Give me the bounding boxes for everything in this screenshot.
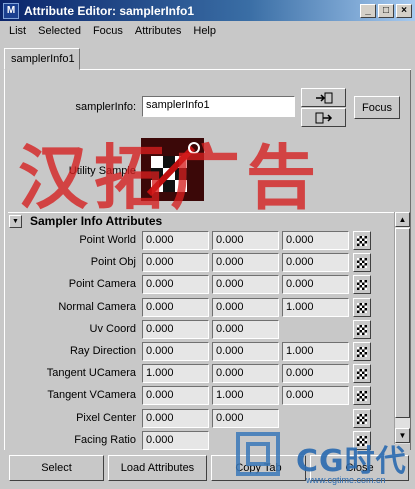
attr-value-field[interactable]: 0.000 [142, 342, 209, 361]
attr-value-field[interactable]: 0.000 [212, 275, 279, 294]
attr-value-field[interactable]: 0.000 [212, 364, 279, 383]
attr-value-field[interactable]: 0.000 [282, 364, 349, 383]
attr-value-field[interactable]: 0.000 [282, 253, 349, 272]
attr-label: Point Obj [90, 256, 136, 268]
section-title: Sampler Info Attributes [30, 214, 163, 228]
attr-value-field[interactable]: 1.000 [282, 342, 349, 361]
map-texture-icon[interactable] [353, 386, 371, 405]
attr-label: Facing Ratio [74, 434, 136, 446]
attr-value-field[interactable]: 0.000 [282, 386, 349, 405]
attr-value-field[interactable]: 0.000 [212, 409, 279, 428]
tab-row: samplerInfo1 [0, 40, 415, 70]
map-texture-icon[interactable] [353, 253, 371, 272]
attr-value-field[interactable]: 0.000 [142, 320, 209, 339]
attr-value-field[interactable]: 0.000 [142, 253, 209, 272]
attr-label: Uv Coord [89, 323, 136, 335]
output-connection-button[interactable] [301, 108, 346, 127]
scroll-thumb[interactable] [395, 228, 410, 418]
attr-label: Point Camera [68, 278, 136, 290]
attr-value-field[interactable]: 0.000 [282, 275, 349, 294]
arrow-out-icon [315, 112, 332, 123]
attr-label: Ray Direction [69, 345, 136, 357]
input-connection-button[interactable] [301, 88, 346, 107]
attr-value-field[interactable]: 0.000 [142, 431, 209, 450]
window-title: Attribute Editor: samplerInfo1 [24, 3, 195, 18]
menu-focus[interactable]: Focus [87, 25, 129, 37]
collapse-triangle-icon[interactable]: ▼ [9, 214, 22, 228]
attr-value-field[interactable]: 0.000 [142, 409, 209, 428]
attr-value-field[interactable]: 0.000 [212, 342, 279, 361]
attr-value-field[interactable]: 0.000 [212, 231, 279, 250]
menu-list[interactable]: List [3, 25, 32, 37]
load-attributes-button[interactable]: Load Attributes [108, 455, 207, 481]
map-texture-icon[interactable] [353, 409, 371, 428]
cgtime-logo: CG时代 www.cgtime.com.cn [236, 432, 415, 489]
menu-bar: List Selected Focus Attributes Help [0, 21, 415, 40]
logo-inner-frame-icon [246, 442, 270, 466]
map-texture-icon[interactable] [353, 320, 371, 339]
close-window-button[interactable]: × [396, 3, 412, 18]
attr-value-field[interactable]: 1.000 [142, 364, 209, 383]
attr-label: Pixel Center [76, 412, 136, 424]
node-name-label: samplerInfo: [75, 101, 136, 113]
attr-value-field[interactable]: 0.000 [142, 386, 209, 405]
vertical-scrollbar[interactable]: ▲ ▼ [394, 212, 410, 444]
attr-label: Point World [79, 234, 136, 246]
menu-help[interactable]: Help [187, 25, 222, 37]
map-texture-icon[interactable] [353, 342, 371, 361]
map-texture-icon[interactable] [353, 364, 371, 383]
attr-value-field[interactable]: 0.000 [282, 231, 349, 250]
attr-value-field[interactable]: 0.000 [142, 298, 209, 317]
attr-value-field[interactable]: 0.000 [212, 253, 279, 272]
attr-value-field[interactable]: 0.000 [142, 231, 209, 250]
menu-attributes[interactable]: Attributes [129, 25, 187, 37]
watermark-text: 汉拓广告 [18, 137, 322, 219]
tab-samplerinfo1[interactable]: samplerInfo1 [4, 48, 80, 70]
node-name-input[interactable]: samplerInfo1 [142, 96, 295, 117]
title-bar: M Attribute Editor: samplerInfo1 _ □ × [0, 0, 415, 21]
attr-value-field[interactable]: 0.000 [212, 320, 279, 339]
logo-url: www.cgtime.com.cn [306, 475, 386, 485]
attr-value-field[interactable]: 1.000 [212, 386, 279, 405]
section-header[interactable]: ▼ Sampler Info Attributes [8, 212, 395, 229]
attr-value-field[interactable]: 1.000 [282, 298, 349, 317]
attr-label: Normal Camera [58, 301, 136, 313]
map-texture-icon[interactable] [353, 298, 371, 317]
select-button[interactable]: Select [9, 455, 104, 481]
arrow-in-icon [315, 92, 332, 103]
logo-brand: CG时代 [296, 444, 407, 479]
maximize-button[interactable]: □ [378, 3, 394, 18]
map-texture-icon[interactable] [353, 231, 371, 250]
scroll-up-icon[interactable]: ▲ [395, 212, 410, 227]
menu-selected[interactable]: Selected [32, 25, 87, 37]
attr-label: Tangent UCamera [46, 367, 136, 379]
focus-button[interactable]: Focus [354, 96, 400, 119]
attr-value-field[interactable]: 0.000 [212, 298, 279, 317]
minimize-button[interactable]: _ [360, 3, 376, 18]
maya-app-icon: M [3, 2, 19, 19]
map-texture-icon[interactable] [353, 275, 371, 294]
attr-label: Tangent VCamera [47, 389, 136, 401]
attr-value-field[interactable]: 0.000 [142, 275, 209, 294]
